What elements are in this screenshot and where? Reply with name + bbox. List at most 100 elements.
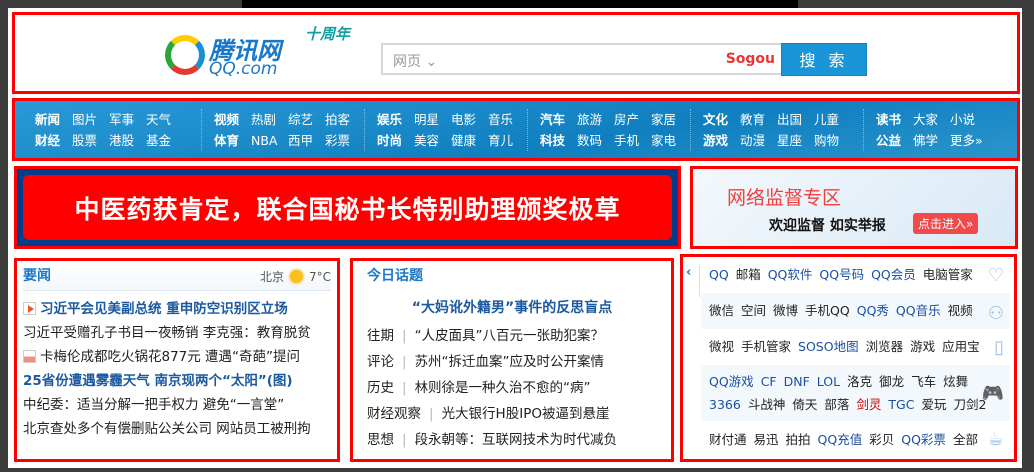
nav-link[interactable]: 儿童 <box>814 109 842 130</box>
featured-topic[interactable]: “大妈讹外籍男”事件的反思盲点 <box>367 291 657 321</box>
service-link[interactable]: 应用宝 <box>942 339 980 354</box>
nav-link[interactable]: 军事 <box>109 109 137 130</box>
topic-category[interactable]: 历史 <box>367 380 394 396</box>
banner-headline[interactable]: 中医药获肯定，联合国秘书长特别助理颁奖极草 <box>23 175 672 240</box>
headline-banner[interactable]: 中医药获肯定，联合国秘书长特别助理颁奖极草 <box>14 166 681 249</box>
add-contact-icon[interactable]: ⚇ <box>988 303 1004 324</box>
nav-link[interactable]: 公益 <box>876 130 904 151</box>
nav-link[interactable]: 图片 <box>72 109 100 130</box>
news-title[interactable]: 要闻 <box>23 263 51 290</box>
nav-link[interactable]: 购物 <box>814 130 842 151</box>
service-link[interactable]: 手机QQ <box>805 303 850 318</box>
heart-icon[interactable]: ♡ <box>988 265 1004 286</box>
service-link[interactable]: 微信 <box>709 303 734 318</box>
topic-category[interactable]: 财经观察 <box>367 406 421 422</box>
nav-link[interactable]: 家居 <box>651 109 679 130</box>
nav-link[interactable]: 育儿 <box>488 130 516 151</box>
nav-link[interactable]: 体育 <box>214 130 242 151</box>
nav-link[interactable]: 佛学 <box>913 130 941 151</box>
service-link[interactable]: LOL <box>817 374 840 389</box>
nav-link[interactable]: 游戏 <box>703 130 731 151</box>
topic-item[interactable]: 思想 | 段永朝等：互联网技术为时代减负 <box>367 427 657 453</box>
news-item-text[interactable]: 习近平会见美副总统 重申防空识别区立场 <box>40 301 288 317</box>
nav-link[interactable]: 娱乐 <box>377 109 405 130</box>
service-link[interactable]: 斗战神 <box>748 397 786 412</box>
service-link[interactable]: QQ充值 <box>818 432 863 447</box>
nav-link[interactable]: 热剧 <box>251 109 279 130</box>
news-item[interactable]: 习近平受赠孔子书目一夜畅销 李克强：教育脱贫 <box>23 321 331 345</box>
nav-link[interactable]: 小说 <box>950 109 978 130</box>
service-link[interactable]: 爱玩 <box>921 397 946 412</box>
nav-link[interactable]: 动漫 <box>740 130 768 151</box>
service-link[interactable]: 空间 <box>741 303 766 318</box>
gamepad-icon[interactable]: 🎮 <box>982 383 1004 404</box>
search-input[interactable]: 网页 ⌄ Sogou <box>381 43 783 75</box>
phone-icon[interactable]: ▯ <box>994 337 1004 358</box>
chevron-left-icon[interactable]: ‹ <box>686 265 700 297</box>
topic-title[interactable]: 今日话题 <box>367 263 423 291</box>
nav-link[interactable]: 大家 <box>913 109 941 130</box>
service-link[interactable]: QQ彩票 <box>901 432 946 447</box>
nav-link[interactable]: 港股 <box>109 130 137 151</box>
nav-link[interactable]: 科技 <box>540 130 568 151</box>
service-link[interactable]: 御龙 <box>879 374 904 389</box>
service-link[interactable]: QQ游戏 <box>709 374 754 389</box>
service-link[interactable]: 易迅 <box>754 432 779 447</box>
nav-link[interactable]: 健康 <box>451 130 479 151</box>
nav-link[interactable]: 出国 <box>777 109 805 130</box>
nav-link[interactable]: 天气 <box>146 109 174 130</box>
service-link[interactable]: DNF <box>784 374 810 389</box>
nav-link[interactable]: 文化 <box>703 109 731 130</box>
topic-category[interactable]: 评论 <box>367 354 394 370</box>
service-link[interactable]: QQ秀 <box>857 303 889 318</box>
nav-link[interactable]: 时尚 <box>377 130 405 151</box>
topic-item[interactable]: 历史 | 林则徐是一种久治不愈的“病” <box>367 375 657 401</box>
nav-link[interactable]: 星座 <box>777 130 805 151</box>
nav-link[interactable]: 彩票 <box>325 130 353 151</box>
nav-link[interactable]: 股票 <box>72 130 100 151</box>
topic-item[interactable]: 财经观察 | 光大银行H股IPO被逼到悬崖 <box>367 401 657 427</box>
news-item[interactable]: 卡梅伦成都吃火锅花877元 遭遇“奇葩”提问 <box>23 345 331 369</box>
service-link[interactable]: 游戏 <box>910 339 935 354</box>
news-item[interactable]: 中纪委：适当分解一把手权力 避免“一言堂” <box>23 393 331 417</box>
nav-link[interactable]: 家电 <box>651 130 679 151</box>
news-item[interactable]: 25省份遭遇雾霾天气 南京现两个“太阳”(图) <box>23 369 331 393</box>
service-link[interactable]: SOSO地图 <box>798 339 859 354</box>
nav-link[interactable]: 视频 <box>214 109 242 130</box>
service-link[interactable]: 飞车 <box>911 374 936 389</box>
news-item-text[interactable]: 25省份遭遇雾霾天气 南京现两个“太阳”(图) <box>23 373 293 389</box>
nav-link[interactable]: 财经 <box>35 130 63 151</box>
nav-link[interactable]: 美容 <box>414 130 442 151</box>
topic-category[interactable]: 思想 <box>367 432 394 448</box>
cup-icon[interactable]: ☕ <box>988 429 1004 450</box>
nav-link[interactable]: 房产 <box>614 109 642 130</box>
service-link[interactable]: 倚天 <box>792 397 817 412</box>
service-link[interactable]: QQ会员 <box>871 267 916 282</box>
nav-link[interactable]: 新闻 <box>35 109 63 130</box>
news-item[interactable]: 北京查处多个有偿删贴公关公司 网站员工被刑拘 <box>23 417 331 441</box>
nav-link[interactable]: NBA <box>251 130 279 151</box>
nav-link[interactable]: 拍客 <box>325 109 353 130</box>
service-link[interactable]: 微博 <box>773 303 798 318</box>
service-link[interactable]: 彩贝 <box>869 432 894 447</box>
nav-link[interactable]: 综艺 <box>288 109 316 130</box>
qq-logo[interactable]: 腾讯网 QQ.com 十周年 <box>165 25 375 81</box>
nav-link[interactable]: 基金 <box>146 130 174 151</box>
service-link[interactable]: 剑灵 <box>856 397 881 412</box>
topic-text[interactable]: 苏州“拆迁血案”应及时公开案情 <box>415 354 605 370</box>
topic-text[interactable]: 光大银行H股IPO被逼到悬崖 <box>442 406 610 422</box>
topic-item[interactable]: 往期 | “人皮面具”八百元一张助犯案？ <box>367 323 657 349</box>
search-button[interactable]: 搜 索 <box>781 43 867 76</box>
nav-link[interactable]: 汽车 <box>540 109 568 130</box>
service-link[interactable]: CF <box>761 374 777 389</box>
service-link[interactable]: QQ <box>709 267 729 282</box>
service-link[interactable]: 洛克 <box>847 374 872 389</box>
nav-link[interactable]: 读书 <box>876 109 904 130</box>
ad-enter-button[interactable]: 点击进入» <box>913 213 979 234</box>
news-item-text[interactable]: 习近平受赠孔子书目一夜畅销 李克强：教育脱贫 <box>23 325 311 341</box>
service-link[interactable]: 浏览器 <box>866 339 904 354</box>
nav-link[interactable]: 音乐 <box>488 109 516 130</box>
service-link[interactable]: 视频 <box>948 303 973 318</box>
news-item-text[interactable]: 卡梅伦成都吃火锅花877元 遭遇“奇葩”提问 <box>40 349 300 365</box>
service-link[interactable]: 3366 <box>709 397 741 412</box>
